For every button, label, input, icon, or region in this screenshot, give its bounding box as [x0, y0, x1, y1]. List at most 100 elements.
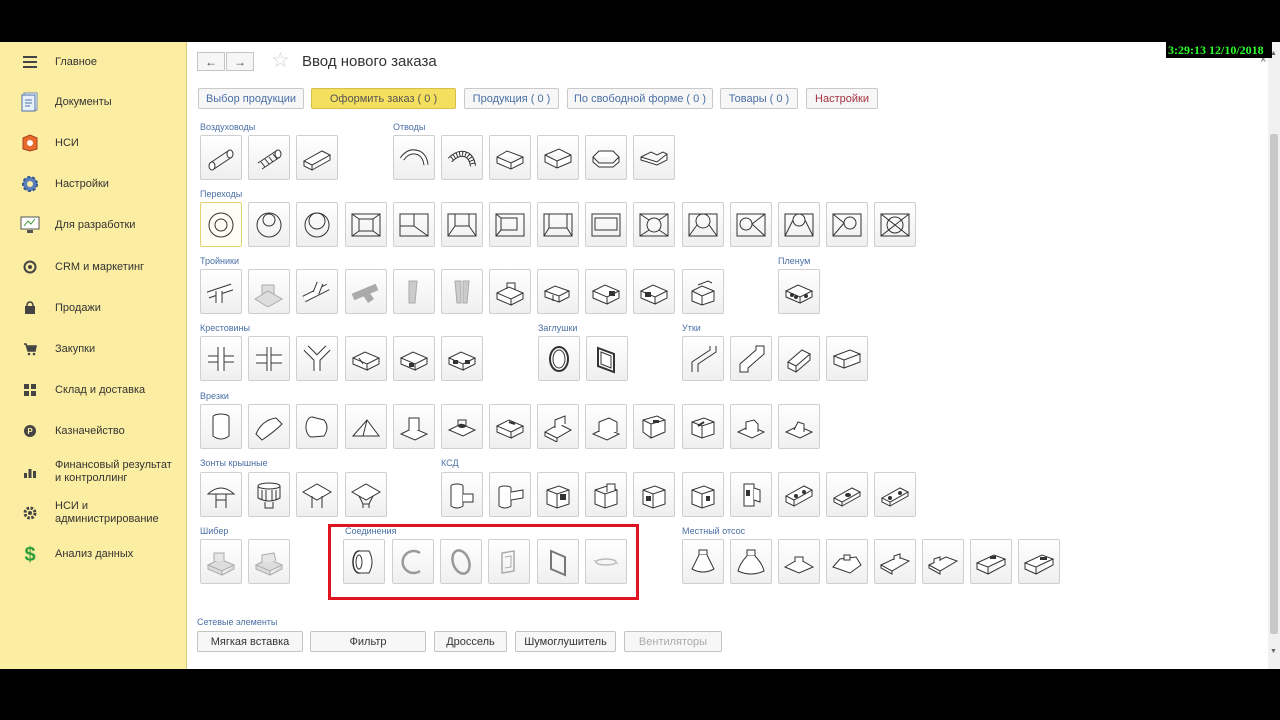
- cross-tile[interactable]: [296, 336, 338, 381]
- back-button[interactable]: ←: [197, 52, 225, 71]
- damper-tile[interactable]: [248, 539, 290, 584]
- tap-tile[interactable]: [778, 404, 820, 449]
- elbow-tile[interactable]: [585, 135, 627, 180]
- sidebar-item-nsi[interactable]: НСИ: [0, 125, 186, 161]
- transition-tile[interactable]: [345, 202, 387, 247]
- cap-tile[interactable]: [586, 336, 628, 381]
- tap-tile[interactable]: [682, 404, 724, 449]
- sidebar-item-sales[interactable]: Продажи: [0, 290, 186, 326]
- tap-tile[interactable]: [393, 404, 435, 449]
- cross-tile[interactable]: [248, 336, 290, 381]
- ksd-tile[interactable]: [537, 472, 579, 517]
- local-exhaust-tile[interactable]: [682, 539, 724, 584]
- tab-goods[interactable]: Товары ( 0 ): [720, 88, 798, 109]
- fans-button[interactable]: Вентиляторы: [624, 631, 722, 652]
- roof-cap-tile[interactable]: [345, 472, 387, 517]
- local-exhaust-tile[interactable]: [826, 539, 868, 584]
- offset-tile[interactable]: [826, 336, 868, 381]
- transition-tile[interactable]: [200, 202, 242, 247]
- tap-tile[interactable]: [537, 404, 579, 449]
- ksd-tile[interactable]: [585, 472, 627, 517]
- favorite-star-icon[interactable]: ☆: [271, 49, 290, 73]
- sidebar-item-settings[interactable]: Настройки: [0, 166, 186, 202]
- tee-tile[interactable]: [682, 269, 724, 314]
- offset-tile[interactable]: [730, 336, 772, 381]
- tab-free-form[interactable]: По свободной форме ( 0 ): [567, 88, 713, 109]
- scroll-down-icon[interactable]: ▼: [1270, 648, 1277, 655]
- offset-tile[interactable]: [778, 336, 820, 381]
- tee-tile[interactable]: [441, 269, 483, 314]
- forward-button[interactable]: →: [226, 52, 254, 71]
- transition-tile[interactable]: [778, 202, 820, 247]
- roof-cap-tile[interactable]: [200, 472, 242, 517]
- transition-tile[interactable]: [393, 202, 435, 247]
- local-exhaust-tile[interactable]: [874, 539, 916, 584]
- ksd-tile[interactable]: [778, 472, 820, 517]
- duct-rect-tile[interactable]: [296, 135, 338, 180]
- tap-tile[interactable]: [248, 404, 290, 449]
- tap-tile[interactable]: [633, 404, 675, 449]
- tee-tile[interactable]: [633, 269, 675, 314]
- tee-tile[interactable]: [537, 269, 579, 314]
- local-exhaust-tile[interactable]: [970, 539, 1012, 584]
- roof-cap-tile[interactable]: [296, 472, 338, 517]
- cross-tile[interactable]: [441, 336, 483, 381]
- transition-tile[interactable]: [585, 202, 627, 247]
- ksd-tile[interactable]: [874, 472, 916, 517]
- transition-tile[interactable]: [537, 202, 579, 247]
- silencer-button[interactable]: Шумоглушитель: [515, 631, 616, 652]
- offset-tile[interactable]: [682, 336, 724, 381]
- sidebar-item-purchases[interactable]: Закупки: [0, 331, 186, 367]
- tee-tile[interactable]: [393, 269, 435, 314]
- tap-tile[interactable]: [730, 404, 772, 449]
- ksd-tile[interactable]: [633, 472, 675, 517]
- tee-tile[interactable]: [296, 269, 338, 314]
- transition-tile[interactable]: [874, 202, 916, 247]
- transition-tile[interactable]: [489, 202, 531, 247]
- ksd-tile[interactable]: [826, 472, 868, 517]
- tap-tile[interactable]: [200, 404, 242, 449]
- ksd-tile[interactable]: [682, 472, 724, 517]
- duct-round-tile[interactable]: [200, 135, 242, 180]
- elbow-tile[interactable]: [489, 135, 531, 180]
- tap-tile[interactable]: [345, 404, 387, 449]
- roof-cap-tile[interactable]: [248, 472, 290, 517]
- sidebar-item-documents[interactable]: Документы: [0, 84, 186, 120]
- filter-button[interactable]: Фильтр: [310, 631, 426, 652]
- duct-flex-tile[interactable]: [248, 135, 290, 180]
- tap-tile[interactable]: [296, 404, 338, 449]
- cap-tile[interactable]: [538, 336, 580, 381]
- transition-tile[interactable]: [441, 202, 483, 247]
- throttle-button[interactable]: Дроссель: [434, 631, 507, 652]
- tab-place-order[interactable]: Оформить заказ ( 0 ): [311, 88, 456, 109]
- transition-tile[interactable]: [296, 202, 338, 247]
- transition-tile[interactable]: [682, 202, 724, 247]
- sidebar-item-analytics[interactable]: $ Анализ данных: [0, 536, 186, 572]
- sidebar-item-warehouse[interactable]: Склад и доставка: [0, 372, 186, 408]
- ksd-tile[interactable]: [730, 472, 772, 517]
- tab-product-selection[interactable]: Выбор продукции: [198, 88, 304, 109]
- sidebar-item-finance[interactable]: Финансовый результат и контроллинг: [0, 454, 186, 490]
- ksd-tile[interactable]: [489, 472, 531, 517]
- damper-tile[interactable]: [200, 539, 242, 584]
- sidebar-item-development[interactable]: Для разработки: [0, 207, 186, 243]
- sidebar-item-admin[interactable]: НСИ и администрирование: [0, 495, 186, 531]
- elbow-tile[interactable]: [441, 135, 483, 180]
- tab-products[interactable]: Продукция ( 0 ): [464, 88, 559, 109]
- local-exhaust-tile[interactable]: [778, 539, 820, 584]
- scrollbar-thumb[interactable]: [1270, 134, 1278, 634]
- tee-tile[interactable]: [200, 269, 242, 314]
- tap-tile[interactable]: [585, 404, 627, 449]
- local-exhaust-tile[interactable]: [730, 539, 772, 584]
- transition-tile[interactable]: [826, 202, 868, 247]
- cross-tile[interactable]: [393, 336, 435, 381]
- cross-tile[interactable]: [345, 336, 387, 381]
- tap-tile[interactable]: [489, 404, 531, 449]
- ksd-tile[interactable]: [441, 472, 483, 517]
- local-exhaust-tile[interactable]: [922, 539, 964, 584]
- plenum-tile[interactable]: [778, 269, 820, 314]
- tee-tile[interactable]: [585, 269, 627, 314]
- transition-tile[interactable]: [730, 202, 772, 247]
- tee-tile[interactable]: [489, 269, 531, 314]
- elbow-tile[interactable]: [393, 135, 435, 180]
